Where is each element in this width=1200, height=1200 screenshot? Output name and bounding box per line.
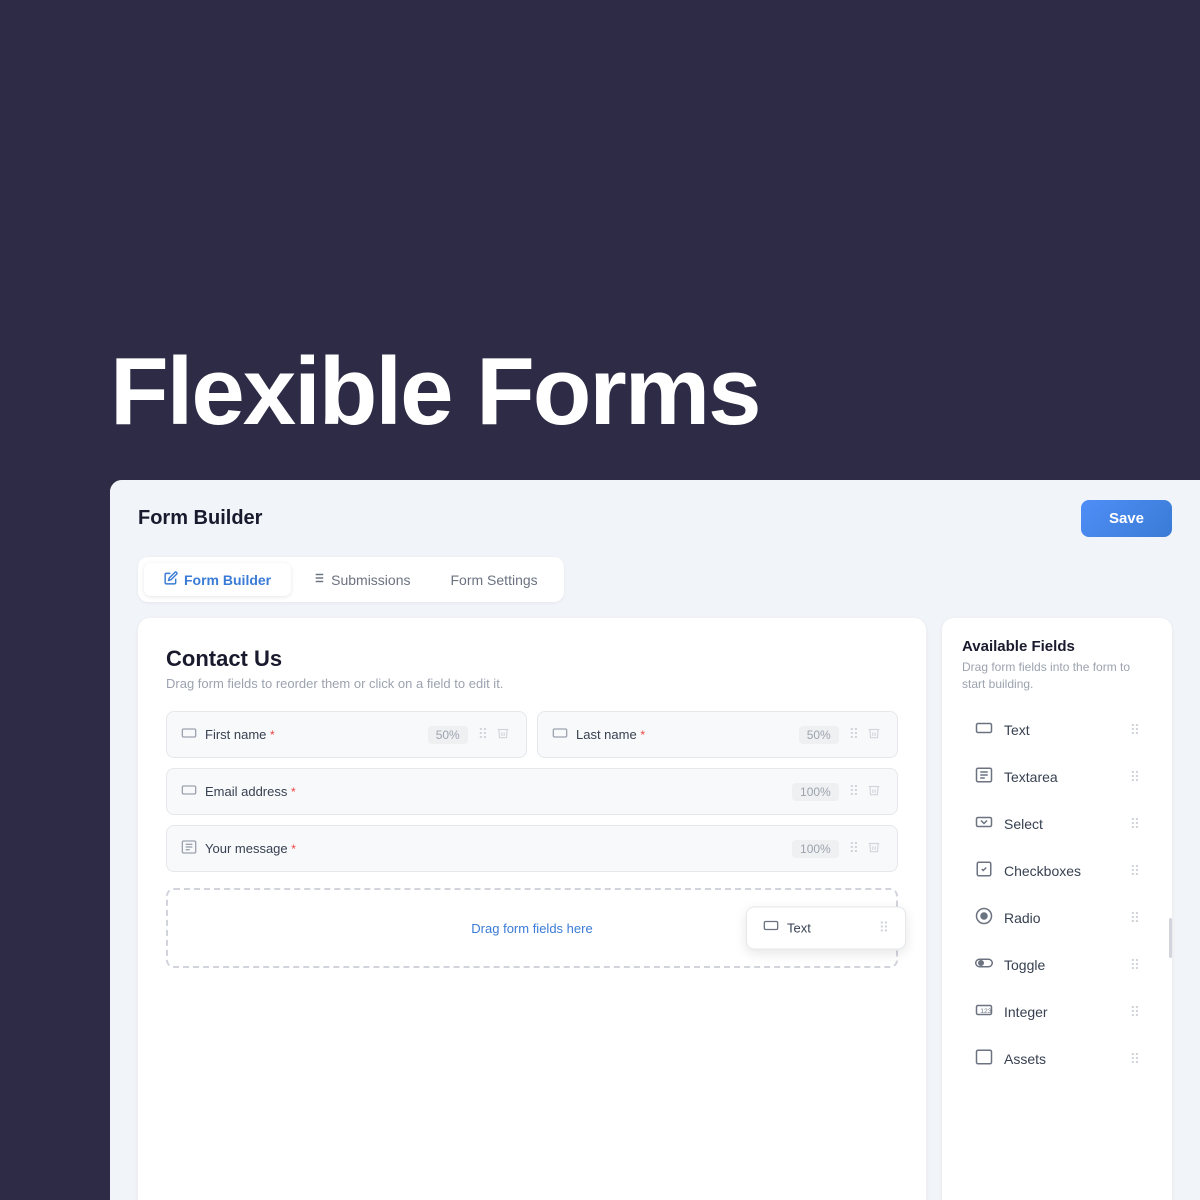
field-first-name[interactable]: First name * 50% ⠿ <box>166 711 527 758</box>
sidebar-drag-handle-assets: ⠿ <box>1130 1051 1140 1068</box>
form-row-2: Email address * 100% ⠿ <box>166 768 898 815</box>
sidebar-field-assets-label: Assets <box>1004 1051 1120 1067</box>
assets-field-icon <box>974 1048 994 1071</box>
field-first-name-label: First name * <box>205 727 420 742</box>
tab-form-builder-label: Form Builder <box>184 572 271 588</box>
required-asterisk-2: * <box>640 728 645 742</box>
tab-submissions-label: Submissions <box>331 572 410 588</box>
sidebar-title: Available Fields <box>962 638 1152 655</box>
form-row-1: First name * 50% ⠿ <box>166 711 898 758</box>
sidebar-field-textarea[interactable]: Textarea ⠿ <box>962 756 1152 799</box>
field-message-label: Your message * <box>205 841 784 856</box>
delete-icon[interactable] <box>494 724 512 745</box>
form-title: Contact Us <box>166 646 898 672</box>
field-first-name-width: 50% <box>428 726 468 744</box>
sidebar-drag-handle-text: ⠿ <box>1130 722 1140 739</box>
required-asterisk-3: * <box>291 785 296 799</box>
sidebar-field-integer-label: Integer <box>1004 1004 1120 1020</box>
tabs-bar: Form Builder Submissions Form Settings <box>138 557 564 602</box>
dragging-pill-label: Text <box>787 921 811 936</box>
main-area: Contact Us Drag form fields to reorder t… <box>110 618 1200 1200</box>
field-email-icon <box>181 782 197 801</box>
field-email[interactable]: Email address * 100% ⠿ <box>166 768 898 815</box>
sidebar-field-radio-label: Radio <box>1004 910 1120 926</box>
sidebar-drag-handle-textarea: ⠿ <box>1130 769 1140 786</box>
tab-form-settings[interactable]: Form Settings <box>431 563 558 596</box>
field-first-name-actions: ⠿ <box>476 724 512 745</box>
sidebar-field-toggle-label: Toggle <box>1004 957 1120 973</box>
dragging-pill-icon <box>763 918 779 939</box>
drag-handle-icon-3[interactable]: ⠿ <box>847 781 861 802</box>
sidebar-field-integer[interactable]: 123 Integer ⠿ <box>962 991 1152 1034</box>
field-message-actions: ⠿ <box>847 838 883 859</box>
field-message-width: 100% <box>792 840 839 858</box>
dragging-pill: Text ⠿ <box>746 907 906 950</box>
tab-form-builder[interactable]: Form Builder <box>144 563 291 596</box>
sidebar-field-text-label: Text <box>1004 722 1120 738</box>
field-last-name-width: 50% <box>799 726 839 744</box>
edit-icon <box>164 571 178 588</box>
sidebar-drag-handle-toggle: ⠿ <box>1130 957 1140 974</box>
drag-handle-icon-2[interactable]: ⠿ <box>847 724 861 745</box>
form-canvas: Contact Us Drag form fields to reorder t… <box>138 618 926 1200</box>
sidebar-field-radio[interactable]: Radio ⠿ <box>962 897 1152 940</box>
field-email-actions: ⠿ <box>847 781 883 802</box>
required-asterisk-4: * <box>291 842 296 856</box>
sidebar-drag-handle-radio: ⠿ <box>1130 910 1140 927</box>
sidebar-field-assets[interactable]: Assets ⠿ <box>962 1038 1152 1081</box>
toggle-field-icon <box>974 954 994 977</box>
sidebar-field-checkboxes-label: Checkboxes <box>1004 863 1120 879</box>
app-header-title: Form Builder <box>138 507 262 530</box>
field-email-label: Email address * <box>205 784 784 799</box>
scrollbar-indicator <box>1169 918 1172 958</box>
svg-text:123: 123 <box>980 1008 992 1015</box>
drop-zone[interactable]: Drag form fields here Text ⠿ <box>166 888 898 968</box>
sidebar-drag-handle-checkboxes: ⠿ <box>1130 863 1140 880</box>
app-header: Form Builder Save <box>110 480 1200 557</box>
integer-field-icon: 123 <box>974 1001 994 1024</box>
sidebar-field-text[interactable]: Text ⠿ <box>962 709 1152 752</box>
field-last-name-label: Last name * <box>576 727 791 742</box>
form-subtitle: Drag form fields to reorder them or clic… <box>166 676 898 691</box>
hero-title: Flexible Forms <box>110 344 760 440</box>
checkboxes-field-icon <box>974 860 994 883</box>
drag-handle-icon-4[interactable]: ⠿ <box>847 838 861 859</box>
field-text-icon <box>181 725 197 744</box>
field-email-width: 100% <box>792 783 839 801</box>
app-window: Form Builder Save Form Builder Submissio… <box>110 480 1200 1200</box>
tab-form-settings-label: Form Settings <box>451 572 538 588</box>
available-fields-sidebar: Available Fields Drag form fields into t… <box>942 618 1172 1200</box>
text-field-icon <box>974 719 994 742</box>
delete-icon-3[interactable] <box>865 781 883 802</box>
sidebar-subtitle: Drag form fields into the form to start … <box>962 659 1152 693</box>
dragging-pill-handle: ⠿ <box>879 920 889 937</box>
drop-zone-text: Drag form fields here <box>471 921 592 936</box>
sidebar-field-toggle[interactable]: Toggle ⠿ <box>962 944 1152 987</box>
form-row-3: Your message * 100% ⠿ <box>166 825 898 872</box>
sidebar-field-checkboxes[interactable]: Checkboxes ⠿ <box>962 850 1152 893</box>
delete-icon-2[interactable] <box>865 724 883 745</box>
tab-submissions[interactable]: Submissions <box>291 563 430 596</box>
sidebar-field-textarea-label: Textarea <box>1004 769 1120 785</box>
required-asterisk: * <box>270 728 275 742</box>
sidebar-field-select[interactable]: Select ⠿ <box>962 803 1152 846</box>
field-message-icon <box>181 839 197 858</box>
delete-icon-4[interactable] <box>865 838 883 859</box>
select-field-icon <box>974 813 994 836</box>
form-fields: First name * 50% ⠿ <box>166 711 898 968</box>
field-message[interactable]: Your message * 100% ⠿ <box>166 825 898 872</box>
save-button[interactable]: Save <box>1081 500 1172 537</box>
list-icon <box>311 571 325 588</box>
sidebar-drag-handle-select: ⠿ <box>1130 816 1140 833</box>
textarea-field-icon <box>974 766 994 789</box>
field-last-name[interactable]: Last name * 50% ⠿ <box>537 711 898 758</box>
hero-section: Flexible Forms <box>0 0 1200 480</box>
sidebar-field-select-label: Select <box>1004 816 1120 832</box>
field-last-name-actions: ⠿ <box>847 724 883 745</box>
radio-field-icon <box>974 907 994 930</box>
sidebar-drag-handle-integer: ⠿ <box>1130 1004 1140 1021</box>
field-text-icon-2 <box>552 725 568 744</box>
drag-handle-icon[interactable]: ⠿ <box>476 724 490 745</box>
